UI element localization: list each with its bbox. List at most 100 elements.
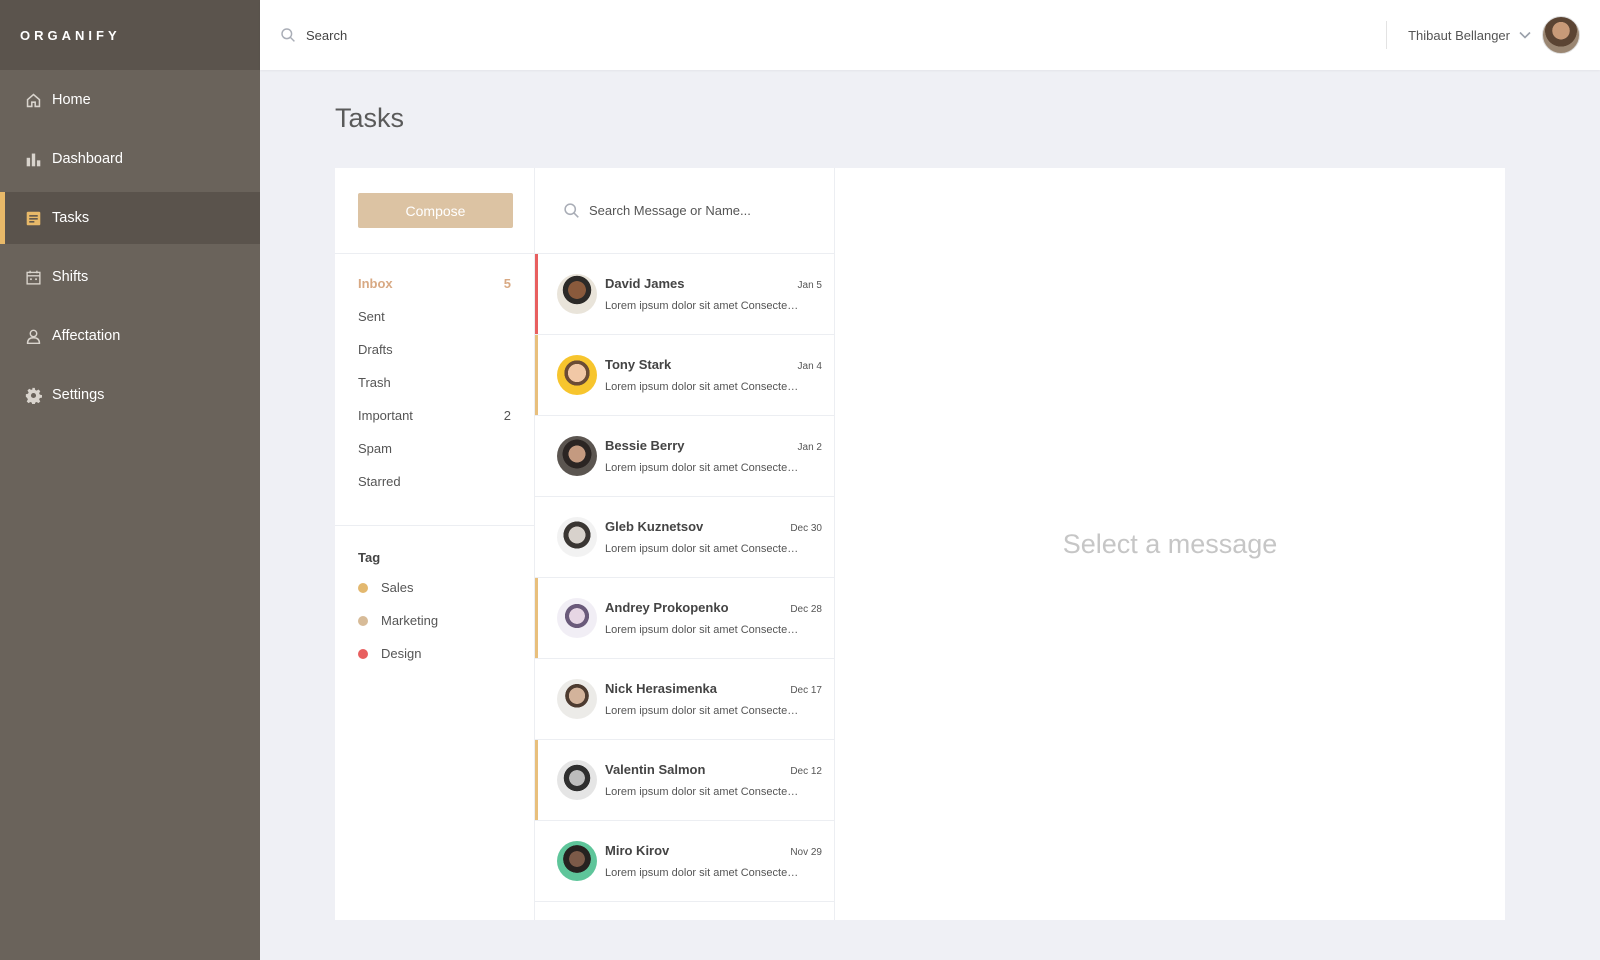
folder-label: Important <box>358 408 413 423</box>
avatar[interactable] <box>1542 16 1580 54</box>
mail-card: Compose Inbox 5 Sent Drafts Trash Import… <box>335 168 1505 920</box>
nav-label: Dashboard <box>52 151 123 167</box>
compose-button[interactable]: Compose <box>358 193 513 228</box>
message-body: David James Jan 5 Lorem ipsum dolor sit a… <box>605 276 834 312</box>
calendar-icon <box>24 268 42 286</box>
tag-marketing[interactable]: Marketing <box>358 613 511 646</box>
list-item[interactable]: Gleb Kuznetsov Dec 30 Lorem ipsum dolor s… <box>535 497 834 578</box>
nav-label: Settings <box>52 387 105 403</box>
message-preview: Lorem ipsum dolor sit amet Consectetur a… <box>605 705 801 717</box>
page-title: Tasks <box>335 103 405 133</box>
tasks-icon <box>24 209 42 227</box>
sender-name: Andrey Prokopenko <box>605 600 729 615</box>
list-item[interactable]: Valentin Salmon Dec 12 Lorem ipsum dolor … <box>535 740 834 821</box>
list-item[interactable]: Bessie Berry Jan 2 Lorem ipsum dolor sit … <box>535 416 834 497</box>
sender-name: Nick Herasimenka <box>605 681 718 696</box>
message-preview: Lorem ipsum dolor sit amet Consectetur a… <box>605 867 801 879</box>
brand-logo[interactable]: ORGANIFY <box>0 0 260 70</box>
nav-item-shifts[interactable]: Shifts <box>0 251 260 303</box>
compose-area: Compose <box>335 168 534 254</box>
message-preview: Lorem ipsum dolor sit amet Consectetur a… <box>605 786 801 798</box>
message-search-input[interactable] <box>589 203 809 218</box>
avatar <box>557 598 597 638</box>
folder-count: 5 <box>503 276 511 291</box>
folder-important[interactable]: Important 2 <box>358 408 511 441</box>
list-item[interactable]: David James Jan 5 Lorem ipsum dolor sit a… <box>535 254 834 335</box>
avatar <box>557 355 597 395</box>
message-body: Valentin Salmon Dec 12 Lorem ipsum dolor … <box>605 762 834 798</box>
folders-column: Compose Inbox 5 Sent Drafts Trash Import… <box>335 168 535 920</box>
home-icon <box>24 91 42 109</box>
search-input[interactable] <box>306 27 606 43</box>
sender-name: Miro Kirov <box>605 843 670 858</box>
message-body: Nick Herasimenka Dec 17 Lorem ipsum dolor… <box>605 681 834 717</box>
folder-list: Inbox 5 Sent Drafts Trash Important 2 Sp… <box>335 254 534 526</box>
message-body: Tony Stark Jan 4 Lorem ipsum dolor sit am… <box>605 357 834 393</box>
sender-name: David James <box>605 276 685 291</box>
message-date: Nov 29 <box>790 847 822 858</box>
tag-heading: Tag <box>358 550 381 565</box>
nav-item-dashboard[interactable]: Dashboard <box>0 133 260 185</box>
sender-name: Tony Stark <box>605 357 672 372</box>
folder-label: Drafts <box>358 342 393 357</box>
chevron-down-icon[interactable] <box>1518 28 1532 42</box>
message-date: Dec 30 <box>790 523 822 534</box>
message-preview: Lorem ipsum dolor sit amet Consectetur a… <box>605 300 801 312</box>
nav-item-home[interactable]: Home <box>0 74 260 126</box>
nav-label: Shifts <box>52 269 89 285</box>
message-body: Gleb Kuznetsov Dec 30 Lorem ipsum dolor s… <box>605 519 834 555</box>
folder-sent[interactable]: Sent <box>358 309 511 342</box>
nav-label: Tasks <box>52 210 90 226</box>
nav-label: Affectation <box>52 328 121 344</box>
nav-item-tasks[interactable]: Tasks <box>0 192 260 244</box>
list-item[interactable]: Andrey Prokopenko Dec 28 Lorem ipsum dolo… <box>535 578 834 659</box>
message-date: Jan 4 <box>797 361 822 372</box>
top-search <box>260 27 1386 43</box>
folder-label: Inbox <box>358 276 393 291</box>
nav-label: Home <box>52 92 91 108</box>
message-body: Bessie Berry Jan 2 Lorem ipsum dolor sit … <box>605 438 834 474</box>
message-viewer: Select a message <box>835 168 1505 920</box>
folder-label: Sent <box>358 309 385 324</box>
tag-dot <box>358 583 368 593</box>
folder-inbox[interactable]: Inbox 5 <box>358 276 511 309</box>
bar-chart-icon <box>24 150 42 168</box>
tag-label: Sales <box>381 580 414 595</box>
message-list-column: David James Jan 5 Lorem ipsum dolor sit a… <box>535 168 835 920</box>
search-icon <box>564 203 579 218</box>
folder-drafts[interactable]: Drafts <box>358 342 511 375</box>
empty-state-text: Select a message <box>1062 528 1278 559</box>
list-item[interactable]: Miro Kirov Nov 29 Lorem ipsum dolor sit a… <box>535 821 834 902</box>
folder-starred[interactable]: Starred <box>358 474 511 507</box>
tag-design[interactable]: Design <box>358 646 511 679</box>
message-date: Dec 12 <box>790 766 822 777</box>
message-search <box>535 168 834 254</box>
message-date: Dec 17 <box>790 685 822 696</box>
message-date: Dec 28 <box>790 604 822 615</box>
tag-dot <box>358 616 368 626</box>
tag-label: Marketing <box>381 613 439 628</box>
folder-trash[interactable]: Trash <box>358 375 511 408</box>
folder-spam[interactable]: Spam <box>358 441 511 474</box>
message-body: Andrey Prokopenko Dec 28 Lorem ipsum dolo… <box>605 600 834 636</box>
sidebar: ORGANIFY Home Dashboard Tasks Shifts Aff… <box>0 0 260 960</box>
folder-label: Trash <box>358 375 391 390</box>
message-body: Miro Kirov Nov 29 Lorem ipsum dolor sit a… <box>605 843 834 879</box>
avatar <box>557 841 597 881</box>
tag-label: Design <box>381 646 422 661</box>
list-item[interactable]: Nick Herasimenka Dec 17 Lorem ipsum dolor… <box>535 659 834 740</box>
message-preview: Lorem ipsum dolor sit amet Consectetur a… <box>605 624 801 636</box>
nav-item-settings[interactable]: Settings <box>0 369 260 421</box>
message-preview: Lorem ipsum dolor sit amet Consectetur a… <box>605 543 801 555</box>
gear-icon <box>24 386 42 404</box>
folder-count: 2 <box>503 408 511 423</box>
tag-sales[interactable]: Sales <box>358 580 511 613</box>
user-name[interactable]: Thibaut Bellanger <box>1408 28 1510 43</box>
list-item[interactable]: Tony Stark Jan 4 Lorem ipsum dolor sit am… <box>535 335 834 416</box>
divider <box>1386 21 1388 49</box>
folder-label: Spam <box>358 441 392 456</box>
folder-label: Starred <box>358 474 401 489</box>
nav-item-affectation[interactable]: Affectation <box>0 310 260 362</box>
sender-name: Valentin Salmon <box>605 762 706 777</box>
avatar <box>557 679 597 719</box>
